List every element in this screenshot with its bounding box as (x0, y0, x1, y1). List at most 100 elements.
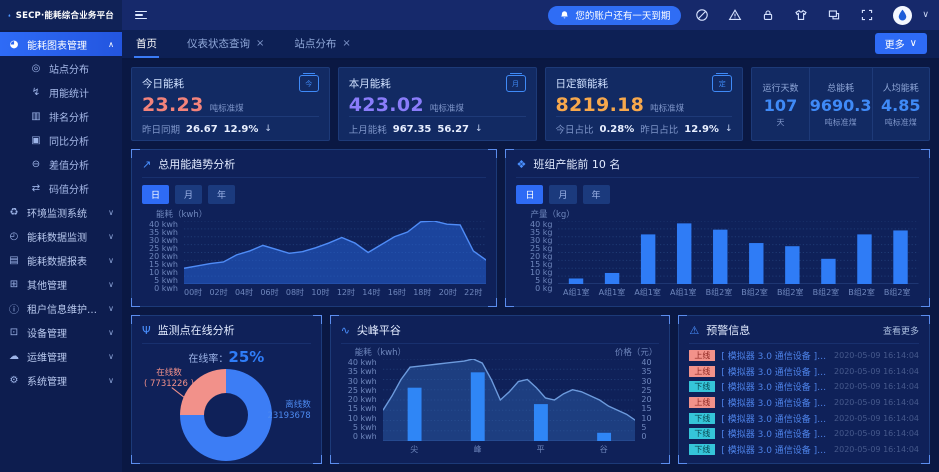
brand-drop-icon (8, 8, 11, 23)
alert-row[interactable]: 下线[ 模拟器 3.0 通信设备 ] 模拟器 3.0...2020-05-09 … (689, 381, 919, 392)
bar-chart-icon: ▥ (30, 111, 42, 122)
down-arrow-icon: ↓ (475, 124, 483, 134)
card-value: 423.02 (349, 94, 424, 116)
left-y-axis-labels: 40 kwh35 kwh30 kwh25 kwh20 kwh15 kwh10 k… (341, 359, 383, 441)
lock-icon[interactable] (760, 8, 775, 23)
gear-icon: ⚙ (8, 375, 20, 386)
card-value: 23.23 (142, 94, 204, 116)
calendar-today-icon: 今 (299, 75, 319, 92)
sidebar-item-difference-analysis[interactable]: ⊖ 差值分析 (0, 152, 122, 176)
panel-team-capacity: ❖ 班组产能前 10 名 日 月 年 产量（kg） 40 kg35 kg30 k… (505, 149, 930, 307)
chevron-down-icon: ∨ (108, 352, 114, 361)
y-axis-title: 能耗（kwh） (142, 208, 486, 220)
chevron-down-icon[interactable]: ∨ (922, 10, 929, 20)
shirt-icon[interactable] (793, 8, 808, 23)
status-badge: 上线 (689, 366, 715, 377)
minus-circle-icon: ⊖ (30, 159, 42, 170)
online-donut-chart: 在线率：25% 在线数 ( 7731226 ) 离线数 23193678 (142, 344, 311, 455)
status-badge: 上线 (689, 350, 715, 361)
alert-row[interactable]: 下线[ 模拟器 3.0 通信设备 ] 模拟器 3.0...2020-05-09 … (689, 413, 919, 424)
antenna-icon: Ψ (142, 324, 151, 337)
card-daily-quota-energy: 日定额能耗定 8219.18吨标准煤 今日占比0.28% 昨日占比12.9%↓ (545, 67, 744, 141)
leaf-icon: ♻ (8, 207, 20, 218)
chevron-down-icon: ∨ (108, 280, 114, 289)
alert-list: 上线[ 模拟器 3.0 通信设备 ] 模拟器 3.0...2020-05-09 … (689, 344, 919, 455)
menu-toggle-icon[interactable] (132, 8, 150, 23)
user-avatar[interactable] (893, 6, 912, 25)
card-title: 今日能耗 (142, 76, 184, 91)
left-axis-title: 能耗（kwh） (341, 346, 406, 358)
sidebar-item-yoy-analysis[interactable]: ▣ 同比分析 (0, 128, 122, 152)
card-today-energy: 今日能耗今 23.23吨标准煤 昨日同期26.67 12.9%↓ (131, 67, 330, 141)
x-axis-labels: 尖峰平谷 (341, 441, 660, 455)
panel-energy-trend: ↗ 总用能趋势分析 日 月 年 能耗（kwh） 40 kwh35 kwh30 k… (131, 149, 497, 307)
warning-icon[interactable] (727, 8, 742, 23)
sidebar-item-tenant-info-management[interactable]: ⓘ 租户信息维护管理 ∨ (0, 296, 122, 320)
chevron-down-icon: ∨ (108, 256, 114, 265)
offline-count-label: 离线数 23193678 (267, 400, 310, 423)
right-y-axis-labels: 4035302520151050 (635, 359, 659, 441)
team-bar-chart (558, 221, 919, 284)
status-badge: 下线 (689, 413, 715, 424)
close-icon[interactable]: × (256, 38, 264, 49)
sidebar-item-environment-monitoring[interactable]: ♻ 环境监测系统 ∨ (0, 200, 122, 224)
view-more-link[interactable]: 查看更多 (883, 324, 919, 337)
sidebar-item-ranking-analysis[interactable]: ▥ 排名分析 (0, 104, 122, 128)
sidebar-item-ops-management[interactable]: ☁ 运维管理 ∨ (0, 344, 122, 368)
fullscreen-icon[interactable] (859, 8, 874, 23)
alert-row[interactable]: 上线[ 模拟器 3.0 通信设备 ] 模拟器 3.0...2020-05-09 … (689, 366, 919, 377)
app-window: SECP·能耗综合业务平台 ◕ 能耗图表管理 ∧ ◎ 站点分布 ↯ 用能统计 ▥… (0, 0, 939, 472)
y-axis-labels: 40 kwh35 kwh30 kwh25 kwh20 kwh15 kwh10 k… (142, 221, 184, 284)
lightning-icon: ↯ (30, 87, 42, 98)
alert-row[interactable]: 上线[ 模拟器 3.0 通信设备 ] 模拟器 3.0...2020-05-09 … (689, 350, 919, 361)
sidebar-item-energy-data-monitoring[interactable]: ◴ 能耗数据监测 ∨ (0, 224, 122, 248)
online-count-label: 在线数 ( 7731226 ) (144, 368, 194, 391)
team-tab-year[interactable]: 年 (583, 185, 610, 204)
theme-icon[interactable] (694, 8, 709, 23)
peak-valley-combo-chart (383, 359, 636, 441)
alert-row[interactable]: 下线[ 模拟器 3.0 通信设备 ] 模拟器 3.0...2020-05-09 … (689, 444, 919, 455)
close-icon[interactable]: × (342, 38, 350, 49)
share-nodes-icon: ❖ (516, 158, 526, 171)
card-title: 本月能耗 (349, 76, 391, 91)
tab-site-distribution[interactable]: 站点分布 × (292, 30, 352, 58)
team-tab-month[interactable]: 月 (549, 185, 576, 204)
trend-tab-day[interactable]: 日 (142, 185, 169, 204)
tab-home[interactable]: 首页 (134, 30, 159, 58)
team-tab-day[interactable]: 日 (516, 185, 543, 204)
alert-row[interactable]: 下线[ 模拟器 3.0 通信设备 ] 模拟器 3.0...2020-05-09 … (689, 428, 919, 439)
calendar-month-icon: 月 (506, 75, 526, 92)
chevron-down-icon: ∨ (108, 208, 114, 217)
app-title: SECP·能耗综合业务平台 (16, 9, 114, 21)
info-icon: ⓘ (8, 301, 20, 316)
stat-running-days: 运行天数 107 天 (752, 68, 809, 140)
grid-icon: ⊞ (8, 279, 20, 290)
sidebar-item-other-management[interactable]: ⊞ 其他管理 ∨ (0, 272, 122, 296)
card-title: 日定额能耗 (556, 76, 609, 91)
topbar: 您的账户还有一天到期 ∨ (122, 0, 939, 30)
panel-title: 总用能趋势分析 (158, 156, 235, 172)
y-axis-labels: 40 kg35 kg30 kg25 kg20 kg15 kg10 kg5 kg0… (516, 221, 558, 284)
more-tabs-button[interactable]: 更多 ∨ (875, 33, 927, 54)
swap-icon: ⇄ (30, 183, 42, 194)
sidebar-item-energy-statistics[interactable]: ↯ 用能统计 (0, 80, 122, 104)
trend-tab-year[interactable]: 年 (208, 185, 235, 204)
report-icon: ▤ (8, 255, 20, 266)
alert-row[interactable]: 上线[ 模拟器 3.0 通信设备 ] 模拟器 3.0...2020-05-09 … (689, 397, 919, 408)
sidebar-item-system-management[interactable]: ⚙ 系统管理 ∨ (0, 368, 122, 392)
line-chart-icon: ↗ (142, 158, 151, 171)
sidebar-item-energy-data-report[interactable]: ▤ 能耗数据报表 ∨ (0, 248, 122, 272)
status-badge: 下线 (689, 444, 715, 455)
status-badge: 下线 (689, 428, 715, 439)
account-expiry-notification[interactable]: 您的账户还有一天到期 (548, 6, 681, 25)
sidebar-item-code-value-analysis[interactable]: ⇄ 码值分析 (0, 176, 122, 200)
chevron-up-icon: ∧ (108, 40, 114, 49)
panel-title: 监测点在线分析 (158, 322, 235, 338)
tab-meter-status[interactable]: 仪表状态查询 × (185, 30, 266, 58)
sidebar-item-site-distribution[interactable]: ◎ 站点分布 (0, 56, 122, 80)
switch-windows-icon[interactable] (826, 8, 841, 23)
sidebar-item-device-management[interactable]: ⊡ 设备管理 ∨ (0, 320, 122, 344)
sidebar-item-energy-charts[interactable]: ◕ 能耗图表管理 ∧ (0, 32, 122, 56)
trend-tab-month[interactable]: 月 (175, 185, 202, 204)
status-badge: 上线 (689, 397, 715, 408)
